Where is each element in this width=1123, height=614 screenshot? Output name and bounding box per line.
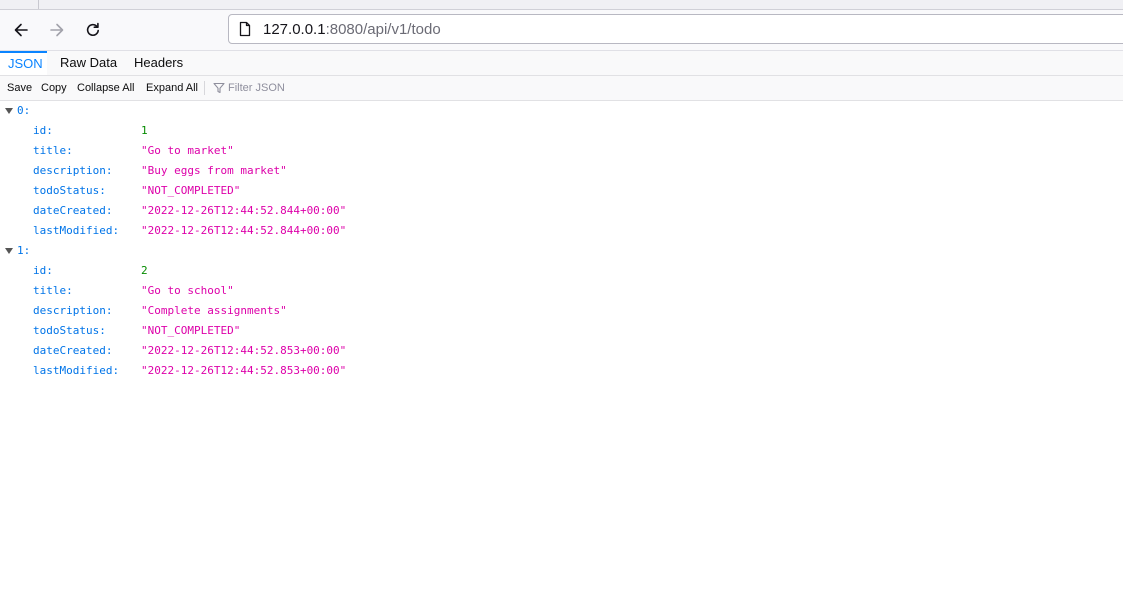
json-row: dateCreated: "2022-12-26T12:44:52.844+00…: [0, 201, 1123, 221]
json-item-1-header[interactable]: 1:: [0, 241, 1123, 261]
url-host: 127.0.0.1: [263, 21, 326, 38]
toolbar-divider: [204, 81, 205, 95]
json-row: id: 1: [0, 121, 1123, 141]
json-item-0-header[interactable]: 0:: [0, 101, 1123, 121]
forward-button[interactable]: [42, 15, 72, 45]
url-text[interactable]: 127.0.0.1:8080/api/v1/todo: [263, 21, 441, 39]
json-toolbar: Save Copy Collapse All Expand All Filter…: [0, 76, 1123, 101]
json-row: title: "Go to school": [0, 281, 1123, 301]
json-key: id:: [33, 264, 53, 277]
json-key: todoStatus:: [33, 324, 106, 337]
url-bar[interactable]: 127.0.0.1:8080/api/v1/todo: [228, 14, 1123, 44]
tab-divider: [38, 0, 39, 9]
json-key: title:: [33, 144, 73, 157]
json-key: description:: [33, 164, 113, 177]
json-value: "NOT_COMPLETED": [141, 184, 241, 197]
reload-button[interactable]: [78, 15, 108, 45]
filter-icon: [213, 82, 225, 94]
json-value: "2022-12-26T12:44:52.853+00:00": [141, 364, 347, 377]
forward-arrow-icon: [50, 23, 64, 37]
json-key: title:: [33, 284, 73, 297]
json-value: "2022-12-26T12:44:52.844+00:00": [141, 224, 347, 237]
json-value: 1: [141, 124, 148, 137]
back-button[interactable]: [6, 15, 36, 45]
json-row: todoStatus: "NOT_COMPLETED": [0, 321, 1123, 341]
tab-headers[interactable]: Headers: [126, 51, 191, 75]
json-value: "NOT_COMPLETED": [141, 324, 241, 337]
navigation-toolbar: 127.0.0.1:8080/api/v1/todo: [0, 10, 1123, 51]
json-value: "Go to school": [141, 284, 234, 297]
json-row: title: "Go to market": [0, 141, 1123, 161]
json-value: "2022-12-26T12:44:52.853+00:00": [141, 344, 347, 357]
page-info-icon[interactable]: [237, 21, 253, 37]
expand-all-button[interactable]: Expand All: [146, 76, 198, 100]
json-value: 2: [141, 264, 148, 277]
tab-strip: [0, 0, 1123, 10]
json-key: description:: [33, 304, 113, 317]
json-value: "Buy eggs from market": [141, 164, 287, 177]
json-index-key: 0:: [17, 104, 31, 117]
json-row: lastModified: "2022-12-26T12:44:52.853+0…: [0, 361, 1123, 381]
back-arrow-icon: [14, 23, 28, 37]
json-row: id: 2: [0, 261, 1123, 281]
tab-raw-data[interactable]: Raw Data: [52, 51, 125, 75]
json-value: "2022-12-26T12:44:52.844+00:00": [141, 204, 347, 217]
filter-json-input[interactable]: Filter JSON: [228, 76, 285, 100]
json-key: lastModified:: [33, 224, 120, 237]
json-row: lastModified: "2022-12-26T12:44:52.844+0…: [0, 221, 1123, 241]
json-key: todoStatus:: [33, 184, 106, 197]
json-value: "Go to market": [141, 144, 234, 157]
json-index-key: 1:: [17, 244, 31, 257]
expand-toggle-icon[interactable]: [5, 248, 13, 254]
save-button[interactable]: Save: [7, 76, 32, 100]
url-path: :8080/api/v1/todo: [325, 21, 441, 38]
expand-toggle-icon[interactable]: [5, 108, 13, 114]
json-row: todoStatus: "NOT_COMPLETED": [0, 181, 1123, 201]
json-row: description: "Buy eggs from market": [0, 161, 1123, 181]
json-viewer-tabs: JSON Raw Data Headers: [0, 51, 1123, 76]
copy-button[interactable]: Copy: [41, 76, 67, 100]
json-key: dateCreated:: [33, 344, 113, 357]
tab-json[interactable]: JSON: [0, 51, 47, 75]
json-tree: 0: id: 1 title: "Go to market" descripti…: [0, 101, 1123, 381]
json-key: id:: [33, 124, 53, 137]
reload-icon: [86, 22, 99, 37]
json-key: lastModified:: [33, 364, 120, 377]
json-key: dateCreated:: [33, 204, 113, 217]
collapse-all-button[interactable]: Collapse All: [77, 76, 134, 100]
json-row: description: "Complete assignments": [0, 301, 1123, 321]
json-value: "Complete assignments": [141, 304, 287, 317]
json-row: dateCreated: "2022-12-26T12:44:52.853+00…: [0, 341, 1123, 361]
